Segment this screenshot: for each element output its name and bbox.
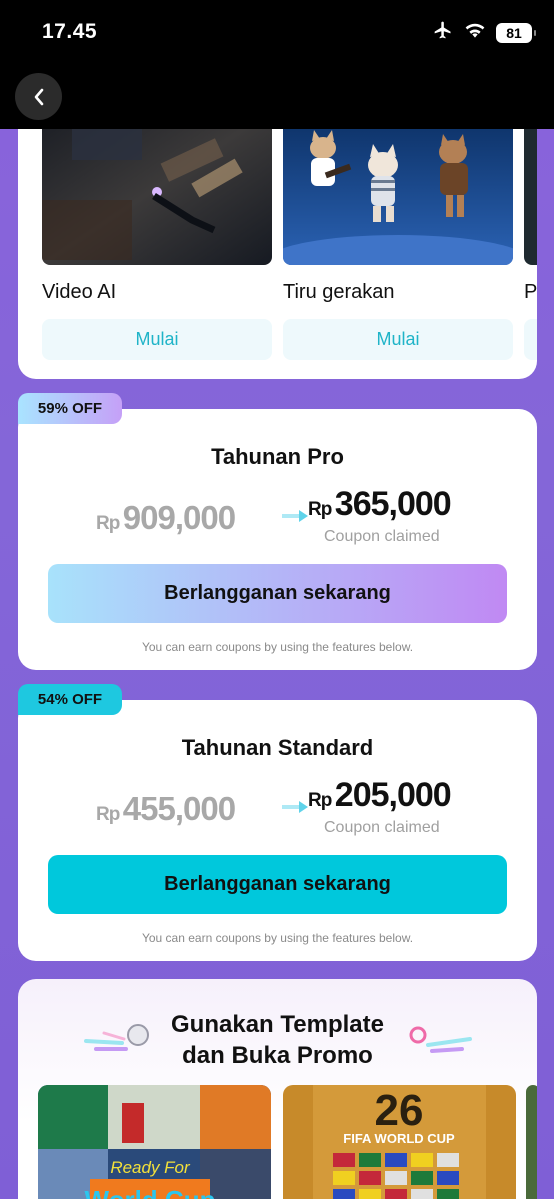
old-price: Rp 909,000 bbox=[96, 499, 236, 536]
plan-card-standard: Tahunan Standard Rp 455,000 Rp 205,000 C… bbox=[18, 700, 537, 961]
old-price: Rp 455,000 bbox=[96, 790, 236, 827]
back-button[interactable] bbox=[15, 73, 62, 120]
dancing-cats-thumbnail[interactable] bbox=[283, 110, 513, 265]
svg-text:FIFA WORLD CUP: FIFA WORLD CUP bbox=[343, 1131, 455, 1146]
feature-item-partial[interactable]: P bbox=[524, 110, 537, 360]
start-button-video-ai[interactable]: Mulai bbox=[42, 319, 272, 360]
ai-video-thumbnail[interactable] bbox=[42, 110, 272, 265]
status-icons: 81 bbox=[432, 20, 536, 45]
coupon-claimed-label: Coupon claimed bbox=[324, 528, 440, 545]
fifa-world-cup-template-thumbnail[interactable]: 26 FIFA WORLD CUP bbox=[283, 1085, 516, 1199]
wifi-icon bbox=[464, 21, 486, 44]
feature-item-video-ai[interactable]: Video AI Mulai bbox=[42, 110, 272, 360]
discount-badge-pro: 59% OFF bbox=[18, 393, 122, 424]
status-time: 17.45 bbox=[42, 20, 98, 43]
feature-item-tiru-gerakan[interactable]: Tiru gerakan Mulai bbox=[283, 110, 513, 360]
promo-card: Gunakan Template dan Buka Promo Ready Fo… bbox=[18, 979, 537, 1199]
svg-text:World Cup: World Cup bbox=[85, 1185, 216, 1199]
subscribe-button-pro[interactable]: Berlangganan sekarang bbox=[48, 564, 507, 623]
svg-text:Ready For: Ready For bbox=[110, 1158, 191, 1177]
plan-card-pro: Tahunan Pro Rp 909,000 Rp 365,000 Coupon… bbox=[18, 409, 537, 670]
feature-title: Video AI bbox=[42, 281, 117, 303]
new-price: Rp 365,000 bbox=[308, 485, 452, 523]
world-cup-template-thumbnail[interactable]: Ready For World Cup bbox=[38, 1085, 271, 1199]
coupon-hint: You can earn coupons by using the featur… bbox=[141, 640, 414, 654]
feature-title: P bbox=[524, 281, 537, 303]
battery-indicator: 81 bbox=[496, 22, 536, 43]
top-bar: 17.45 81 bbox=[0, 0, 554, 129]
subscribe-button-standard[interactable]: Berlangganan sekarang bbox=[48, 855, 507, 914]
partial-thumbnail[interactable] bbox=[524, 110, 537, 265]
plan-title: Tahunan Standard bbox=[181, 735, 374, 760]
feature-carousel[interactable]: Video AI Mulai Tiru gerakan Mulai P bbox=[18, 110, 537, 379]
svg-text:26: 26 bbox=[375, 1086, 424, 1135]
new-price: Rp 205,000 bbox=[308, 776, 452, 814]
partial-template-thumbnail[interactable] bbox=[526, 1085, 537, 1199]
trumpet-icon bbox=[409, 1026, 472, 1053]
plan-title: Tahunan Pro bbox=[211, 444, 344, 469]
discount-badge-standard: 54% OFF bbox=[18, 684, 122, 715]
arrow-right-icon bbox=[282, 510, 308, 522]
chevron-left-icon bbox=[34, 88, 43, 105]
start-button-tiru-gerakan[interactable]: Mulai bbox=[283, 319, 513, 360]
feature-title: Tiru gerakan bbox=[283, 281, 395, 303]
arrow-right-icon bbox=[282, 801, 308, 813]
coupon-hint: You can earn coupons by using the featur… bbox=[141, 931, 414, 945]
airplane-icon bbox=[432, 20, 454, 45]
start-button-partial[interactable] bbox=[524, 319, 537, 360]
coupon-claimed-label: Coupon claimed bbox=[324, 819, 440, 836]
